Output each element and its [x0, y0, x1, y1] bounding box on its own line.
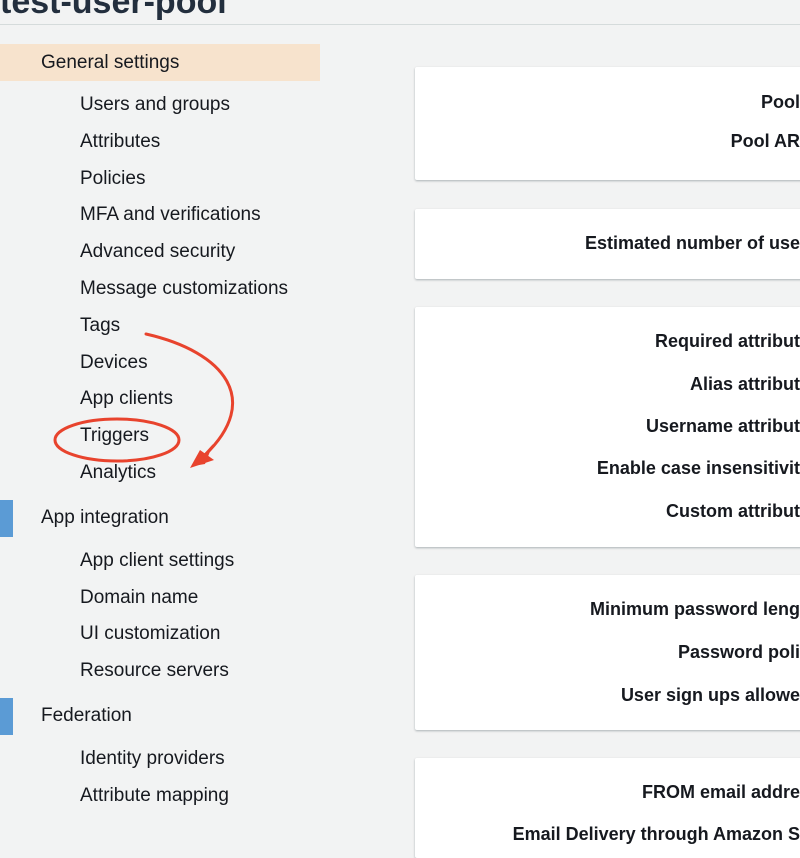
- sidebar-item-advanced-security[interactable]: Advanced security: [0, 234, 330, 271]
- section-label: General settings: [41, 51, 180, 73]
- sidebar-section-header-federation[interactable]: Federation: [0, 698, 330, 735]
- sidebar-item-mfa-and-verifications[interactable]: MFA and verifications: [0, 197, 330, 234]
- sidebar-section-header-app-integration[interactable]: App integration: [0, 500, 330, 537]
- sidebar-section-header-general-settings[interactable]: General settings: [0, 44, 320, 81]
- card-row-label: Estimated number of use: [584, 233, 800, 253]
- sidebar-item-identity-providers[interactable]: Identity providers: [0, 741, 330, 778]
- sidebar-item-ui-customization[interactable]: UI customization: [0, 616, 330, 653]
- sidebar-section-general-settings: General settings Users and groups Attrib…: [0, 44, 330, 500]
- page-title: test-user-pool: [0, 0, 227, 21]
- sidebar-item-devices[interactable]: Devices: [0, 345, 330, 382]
- card-row-label: Pool AR: [730, 131, 800, 151]
- sidebar-item-users-and-groups[interactable]: Users and groups: [0, 87, 330, 124]
- card-row-label: Email Delivery through Amazon S: [512, 824, 800, 844]
- sidebar-item-message-customizations[interactable]: Message customizations: [0, 271, 330, 308]
- card-row-label: Pool: [761, 92, 800, 112]
- sidebar-item-triggers[interactable]: Triggers: [0, 418, 330, 455]
- section-label: App integration: [41, 507, 169, 529]
- pool-info-card: Pool Pool AR: [415, 67, 800, 180]
- sidebar-nav: General settings Users and groups Attrib…: [0, 44, 330, 823]
- policies-card: Minimum password leng Password poli User…: [415, 575, 800, 730]
- sidebar-item-attributes[interactable]: Attributes: [0, 124, 330, 161]
- general-settings-items: Users and groups Attributes Policies MFA…: [0, 81, 330, 500]
- card-row-label: FROM email addre: [641, 782, 800, 802]
- federation-items: Identity providers Attribute mapping: [0, 735, 330, 823]
- attributes-card: Required attribut Alias attribut Usernam…: [415, 307, 800, 547]
- card-row-label: Required attribut: [654, 331, 800, 351]
- sidebar-section-app-integration: App integration App client settings Doma…: [0, 499, 330, 698]
- sidebar-section-federation: Federation Identity providers Attribute …: [0, 697, 330, 823]
- card-row-label: Password poli: [677, 642, 800, 662]
- card-row-label: Custom attribut: [666, 501, 800, 521]
- sidebar-item-analytics[interactable]: Analytics: [0, 455, 330, 492]
- users-estimate-card: Estimated number of use: [415, 209, 800, 279]
- card-row-label: Username attribut: [645, 416, 800, 436]
- title-divider: [0, 24, 800, 25]
- card-row-label: Minimum password leng: [589, 599, 800, 619]
- sidebar-item-attribute-mapping[interactable]: Attribute mapping: [0, 778, 330, 815]
- sidebar-item-tags[interactable]: Tags: [0, 308, 330, 345]
- sidebar-item-domain-name[interactable]: Domain name: [0, 580, 330, 617]
- sidebar-item-app-clients[interactable]: App clients: [0, 381, 330, 418]
- section-label: Federation: [41, 705, 132, 727]
- card-row-label: Alias attribut: [689, 374, 800, 394]
- app-integration-items: App client settings Domain name UI custo…: [0, 537, 330, 698]
- email-card: FROM email addre Email Delivery through …: [415, 758, 800, 858]
- card-row-label: User sign ups allowe: [620, 685, 800, 705]
- sidebar-item-app-client-settings[interactable]: App client settings: [0, 543, 330, 580]
- card-row-label: Enable case insensitivit: [596, 458, 800, 478]
- sidebar-item-resource-servers[interactable]: Resource servers: [0, 653, 330, 690]
- sidebar-item-policies[interactable]: Policies: [0, 161, 330, 198]
